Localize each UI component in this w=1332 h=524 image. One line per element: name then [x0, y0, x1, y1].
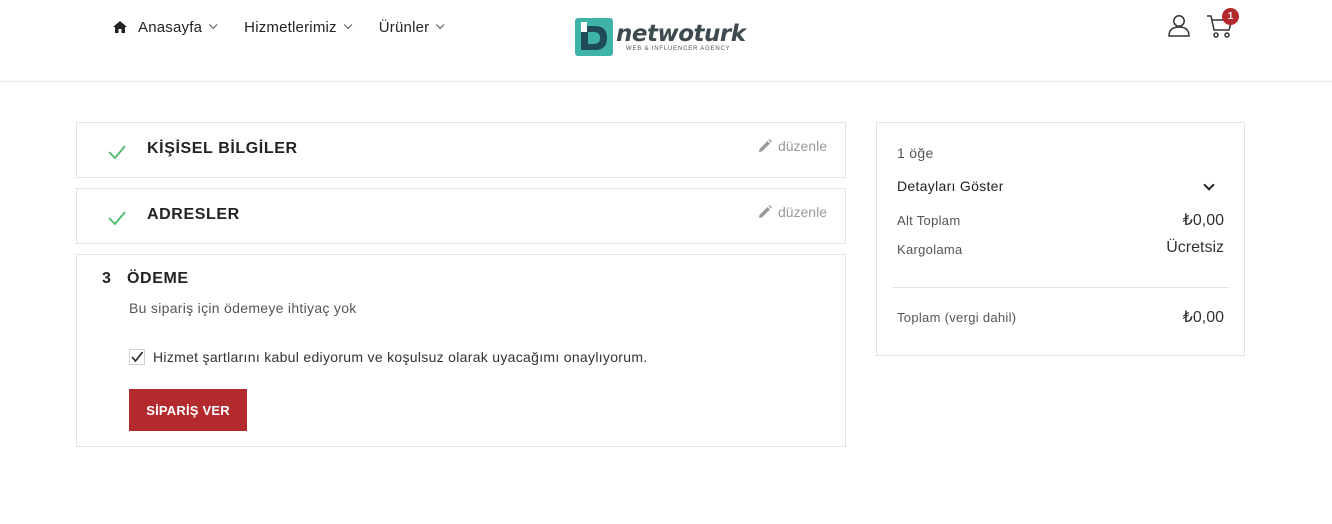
user-icon[interactable] — [1167, 13, 1191, 37]
chevron-down-icon — [436, 20, 445, 30]
edit-link[interactable]: düzenle — [758, 204, 827, 220]
logo-word: netwoturk — [616, 20, 746, 47]
site-header: Anasayfa Hizmetlerimiz Ürünler netwoturk… — [0, 0, 1332, 82]
chevron-down-icon — [209, 20, 218, 30]
step-title: ADRESLER — [147, 206, 240, 223]
chevron-down-icon — [343, 20, 353, 30]
logo-mark-icon — [575, 18, 613, 56]
edit-link[interactable]: düzenle — [758, 138, 827, 154]
logo-text: netwoturk WEB & INFLUENCER AGENCY — [616, 22, 746, 53]
order-summary: 1 öğe Detayları Göster Alt Toplam ₺0,00 … — [876, 122, 1245, 356]
nav-item-home[interactable]: Anasayfa — [112, 16, 218, 38]
main-nav: Anasayfa Hizmetlerimiz Ürünler — [112, 16, 445, 38]
shipping-label: Kargolama — [897, 242, 963, 257]
nav-item-products[interactable]: Ürünler — [378, 16, 445, 38]
nav-item-label: Anasayfa — [138, 18, 203, 36]
checkout-step-payment: 3 ÖDEME Bu sipariş için ödemeye ihtiyaç … — [76, 254, 846, 447]
shipping-value: Ücretsiz — [1166, 239, 1224, 256]
chevron-down-icon[interactable] — [1203, 179, 1215, 191]
nav-item-label: Hizmetlerimiz — [244, 18, 337, 36]
terms-checkbox[interactable] — [129, 349, 145, 365]
step-title: ÖDEME — [127, 270, 189, 287]
checkout-step-personal: KİŞİSEL BİLGİLER düzenle — [76, 122, 846, 178]
item-count: 1 öğe — [897, 145, 934, 161]
pencil-icon — [758, 139, 772, 152]
home-icon — [113, 21, 127, 33]
site-logo[interactable]: netwoturk WEB & INFLUENCER AGENCY — [575, 18, 746, 56]
terms-agreement: Hizmet şartlarını kabul ediyorum ve koşu… — [129, 349, 648, 365]
edit-label: düzenle — [777, 138, 827, 154]
check-icon — [108, 145, 126, 160]
edit-label: düzenle — [777, 204, 827, 220]
subtotal-value: ₺0,00 — [1182, 212, 1224, 229]
cart-count-badge: 1 — [1222, 8, 1239, 25]
summary-divider — [892, 287, 1229, 288]
nav-item-services[interactable]: Hizmetlerimiz — [244, 16, 353, 38]
check-icon — [108, 211, 126, 226]
checkout-step-address: ADRESLER düzenle — [76, 188, 846, 244]
step-number: 3 — [102, 270, 111, 287]
nav-item-label: Ürünler — [378, 18, 430, 36]
place-order-button[interactable]: SİPARİŞ VER — [129, 389, 247, 431]
logo-tagline: WEB & INFLUENCER AGENCY — [626, 45, 731, 52]
terms-label[interactable]: Hizmet şartlarını kabul ediyorum ve koşu… — [153, 349, 648, 365]
step-title: KİŞİSEL BİLGİLER — [147, 140, 298, 157]
show-details-toggle[interactable]: Detayları Göster — [897, 178, 1004, 194]
subtotal-label: Alt Toplam — [897, 213, 961, 228]
payment-note: Bu sipariş için ödemeye ihtiyaç yok — [129, 300, 357, 316]
total-label: Toplam (vergi dahil) — [897, 310, 1017, 325]
pencil-icon — [758, 205, 772, 218]
total-value: ₺0,00 — [1182, 309, 1224, 326]
